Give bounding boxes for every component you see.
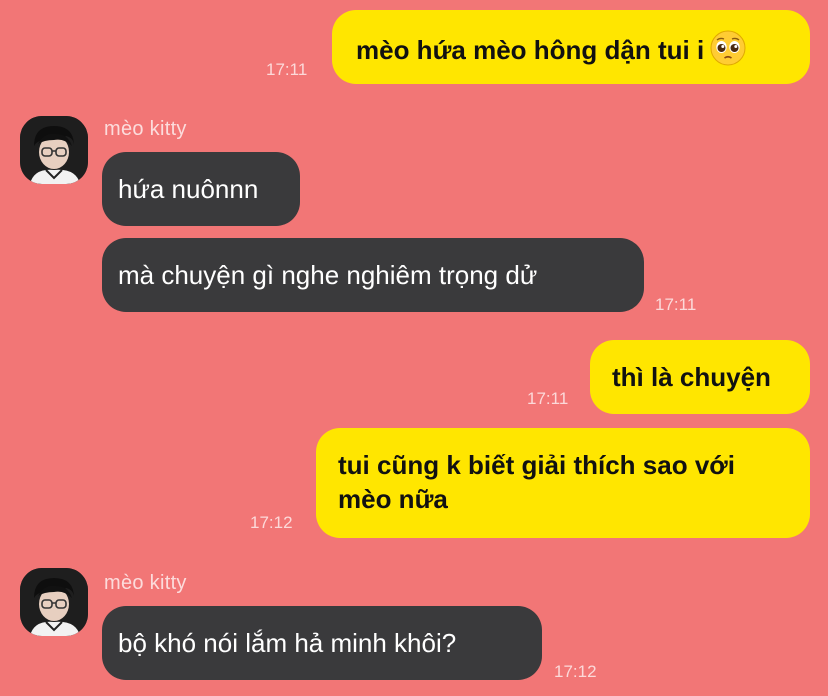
sender-name: mèo kitty bbox=[104, 118, 187, 140]
message-timestamp: 17:11 bbox=[527, 389, 569, 408]
message-timestamp: 17:12 bbox=[554, 662, 597, 681]
message-text-line: tui cũng k biết giải thích sao với bbox=[338, 450, 735, 480]
message-text-line: mèo nữa bbox=[338, 484, 448, 514]
message-timestamp: 17:11 bbox=[655, 295, 697, 314]
outgoing-message-bubble[interactable]: mèo hứa mèo hông dận tui i bbox=[332, 10, 810, 84]
outgoing-message-bubble[interactable]: tui cũng k biết giải thích sao với mèo n… bbox=[316, 428, 810, 538]
incoming-message-bubble[interactable]: mà chuyện gì nghe nghiêm trọng dử bbox=[102, 238, 644, 312]
message-text: hứa nuônnn bbox=[118, 174, 259, 204]
message-text: bộ khó nói lắm hả minh khôi? bbox=[118, 628, 457, 658]
message-text: thì là chuyện bbox=[612, 362, 771, 392]
outgoing-message-bubble[interactable]: thì là chuyện bbox=[590, 340, 810, 414]
message-text: mèo hứa mèo hông dận tui i bbox=[356, 34, 705, 65]
sender-name: mèo kitty bbox=[104, 572, 187, 594]
sender-avatar[interactable] bbox=[20, 568, 88, 636]
incoming-message-bubble[interactable]: hứa nuônnn bbox=[102, 152, 300, 226]
message-timestamp: 17:11 bbox=[266, 60, 308, 79]
pleading-face-emoji-icon bbox=[710, 30, 746, 74]
message-text: mà chuyện gì nghe nghiêm trọng dử bbox=[118, 260, 538, 290]
message-timestamp: 17:12 bbox=[250, 513, 293, 532]
sender-avatar[interactable] bbox=[20, 116, 88, 184]
incoming-message-bubble[interactable]: bộ khó nói lắm hả minh khôi? bbox=[102, 606, 542, 680]
